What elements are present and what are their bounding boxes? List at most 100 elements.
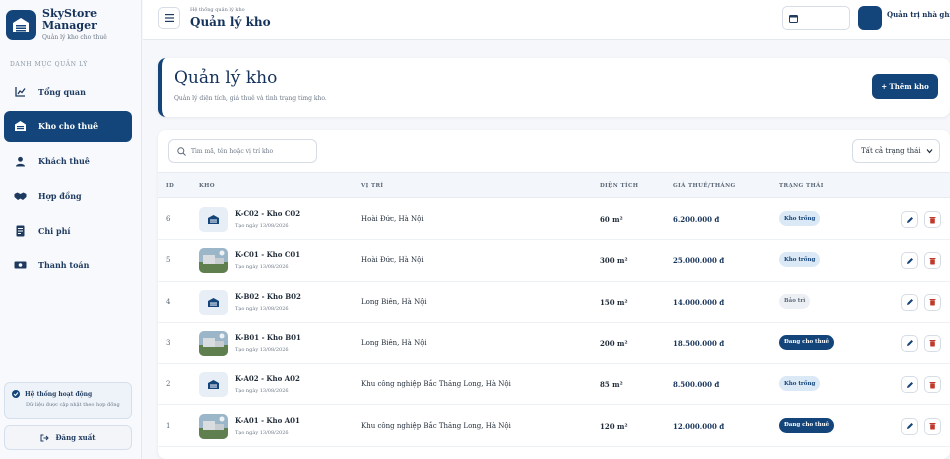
trash-icon <box>929 339 936 347</box>
page-heading-card: Quản lý kho Quản lý diện tích, giá thuê … <box>158 58 950 117</box>
cell-location: Khu công nghiệp Bắc Thăng Long, Hà Nội <box>361 380 511 389</box>
status-badge: Kho trống <box>779 252 821 268</box>
cell-warehouse-name: K-A01 - Kho A01 <box>235 415 300 425</box>
sidebar-item-overview[interactable]: Tổng quan <box>4 76 132 107</box>
delete-button[interactable] <box>924 293 941 311</box>
cell-id: 4 <box>166 297 171 306</box>
delete-button[interactable] <box>924 376 941 394</box>
warehouse-table-card: Tìm mã, tên hoặc vị trí kho Tất cả trạng… <box>158 130 950 459</box>
cell-created-date: Tạo ngày 13/08/2026 <box>235 305 289 312</box>
column-header-warehouse: KHO <box>199 183 215 189</box>
sidebar-item-label: Tổng quan <box>38 86 86 97</box>
system-status-card: Hệ thống hoạt động Dữ liệu được cập nhật… <box>4 382 132 419</box>
edit-button[interactable] <box>901 417 918 435</box>
pencil-icon <box>906 381 914 389</box>
delete-button[interactable] <box>924 211 941 228</box>
sidebar-item-payments[interactable]: Thanh toán <box>4 250 132 281</box>
cell-area: 150 m² <box>600 297 628 307</box>
delete-button[interactable] <box>924 252 941 270</box>
cell-warehouse-name: K-B02 - Kho B02 <box>235 291 301 301</box>
money-icon <box>12 257 28 273</box>
trash-icon <box>929 381 936 389</box>
edit-button[interactable] <box>901 252 918 270</box>
add-warehouse-button[interactable]: + Thêm kho <box>872 74 938 99</box>
top-header: Hệ thống quản lý kho Quản lý kho Quản tr… <box>143 0 950 40</box>
table-row[interactable]: 2 K-A02 - Kho A02 Tạo ngày 13/08/2026 Khu c… <box>158 364 950 406</box>
status-badge: Đang cho thuê <box>779 334 835 350</box>
table-row[interactable]: 1 K-A01 - Kho A01 Tạo ngày 13/08/2026 Khu c… <box>158 406 950 447</box>
cell-warehouse-name: K-C02 - Kho C02 <box>235 209 301 218</box>
logout-label: Đăng xuất <box>55 433 96 442</box>
status-description: Dữ liệu được cập nhật theo hợp đồng <box>26 402 120 408</box>
user-icon <box>12 153 28 169</box>
cell-created-date: Tạo ngày 13/08/2026 <box>235 429 289 436</box>
table-row[interactable]: 5 K-C01 - Kho C01 Tạo ngày 13/08/2026 Hoài … <box>158 240 950 282</box>
edit-button[interactable] <box>901 293 918 311</box>
cell-area: 300 m² <box>600 256 628 266</box>
search-input[interactable]: Tìm mã, tên hoặc vị trí kho <box>168 139 317 163</box>
trash-icon <box>929 422 936 430</box>
table-header: ID KHO VỊ TRÍ DIỆN TÍCH GIÁ THUÊ/THÁNG T… <box>158 172 950 198</box>
avatar[interactable] <box>858 6 882 30</box>
cell-price: 12.000.000 đ <box>673 421 725 431</box>
cell-warehouse-name: K-C01 - Kho C01 <box>235 250 301 260</box>
warehouse-icon <box>199 207 228 232</box>
search-placeholder: Tìm mã, tên hoặc vị trí kho <box>191 147 274 155</box>
brand-name: SkyStore Manager <box>42 7 98 32</box>
sidebar-section-label: DANH MỤC QUẢN LÝ <box>10 61 88 68</box>
cell-location: Khu công nghiệp Bắc Thăng Long, Hà Nội <box>361 421 511 430</box>
column-header-area: DIỆN TÍCH <box>600 183 639 189</box>
cell-price: 6.200.000 đ <box>673 215 720 224</box>
chart-icon <box>12 84 28 100</box>
handshake-icon <box>12 188 28 204</box>
pencil-icon <box>906 339 914 347</box>
delete-button[interactable] <box>924 417 941 435</box>
edit-button[interactable] <box>901 211 918 228</box>
cell-id: 3 <box>166 338 171 347</box>
check-circle-icon <box>12 390 20 398</box>
table-row[interactable]: 6 K-C02 - Kho C02 Tạo ngày 13/08/2026 Hoài … <box>158 199 950 241</box>
cell-area: 60 m² <box>600 215 623 224</box>
column-header-id: ID <box>166 183 175 189</box>
date-picker-button[interactable] <box>782 6 850 30</box>
sidebar-item-label: Kho cho thuê <box>38 121 99 132</box>
cell-warehouse-name: K-A02 - Kho A02 <box>235 374 300 384</box>
header-title: Quản lý kho <box>190 15 271 29</box>
page-description: Quản lý diện tích, giá thuê và tình trạn… <box>174 95 327 102</box>
cell-id: 2 <box>166 380 171 389</box>
edit-button[interactable] <box>901 334 918 352</box>
status-filter-select[interactable]: Tất cả trạng thái <box>852 139 940 163</box>
table-row[interactable]: 4 K-B02 - Kho B02 Tạo ngày 13/08/2026 Long … <box>158 282 950 323</box>
cell-price: 8.500.000 đ <box>673 380 720 390</box>
logout-button[interactable]: Đăng xuất <box>4 425 132 450</box>
logout-icon <box>40 434 50 442</box>
status-title: Hệ thống hoạt động <box>25 390 93 398</box>
sidebar-item-expenses[interactable]: Chi phí <box>4 215 132 246</box>
hamburger-icon <box>164 14 174 22</box>
cell-price: 14.000.000 đ <box>673 297 725 307</box>
status-filter-value: Tất cả trạng thái <box>861 147 921 155</box>
receipt-icon <box>12 223 28 239</box>
cell-location: Hoài Đức, Hà Nội <box>361 215 424 223</box>
warehouse-photo <box>199 330 228 356</box>
trash-icon <box>929 298 936 306</box>
menu-toggle-button[interactable] <box>158 7 180 29</box>
sidebar-nav: Tổng quan Kho cho thuê Khách thuê Hợp đồ… <box>4 76 132 285</box>
trash-icon <box>929 257 936 265</box>
column-header-status: TRẠNG THÁI <box>779 183 824 189</box>
delete-button[interactable] <box>924 334 941 352</box>
cell-location: Long Biên, Hà Nội <box>361 338 427 347</box>
table-row[interactable]: 3 K-B01 - Kho B01 Tạo ngày 13/08/2026 Long … <box>158 323 950 365</box>
sidebar-item-tenants[interactable]: Khách thuê <box>4 146 132 177</box>
warehouse-photo <box>199 413 228 439</box>
cell-created-date: Tạo ngày 13/08/2026 <box>235 388 289 395</box>
brand-subtitle: Quản lý kho cho thuê <box>42 34 107 41</box>
edit-button[interactable] <box>901 376 918 394</box>
warehouse-logo-icon <box>6 9 36 40</box>
user-name: Quản trị nhà ghi <box>887 10 950 19</box>
cell-created-date: Tạo ngày 13/08/2026 <box>235 223 289 229</box>
sidebar-item-contracts[interactable]: Hợp đồng <box>4 180 132 211</box>
cell-location: Hoài Đức, Hà Nội <box>361 256 424 265</box>
cell-warehouse-name: K-B01 - Kho B01 <box>235 332 301 342</box>
sidebar-item-warehouses[interactable]: Kho cho thuê <box>4 110 132 142</box>
